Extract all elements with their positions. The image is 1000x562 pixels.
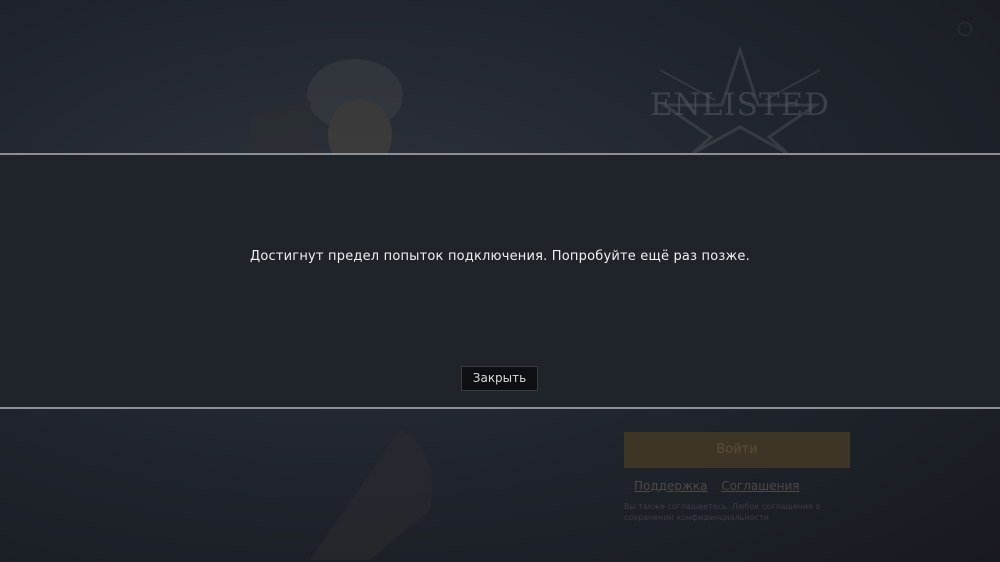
login-button[interactable]: Войти [624,432,850,468]
login-links: Поддержка Соглашения [624,479,852,493]
settings-icon[interactable] [958,22,972,36]
game-logo: ENLISTED [640,45,840,155]
login-note: Вы также соглашаетесь. Любое соглашение … [624,502,821,522]
support-link[interactable]: Поддержка [634,479,707,493]
screen: ENLISTED Войти Поддержка Соглашения Вы т… [0,0,1000,562]
login-panel: Войти Поддержка Соглашения Вы также согл… [624,432,852,523]
logo-wordmark: ENLISTED [650,87,830,123]
close-button[interactable]: Закрыть [461,366,538,391]
agreements-link[interactable]: Соглашения [721,479,799,493]
error-dialog: Достигнут предел попыток подключения. По… [0,153,1000,409]
error-message: Достигнут предел попыток подключения. По… [250,249,750,264]
